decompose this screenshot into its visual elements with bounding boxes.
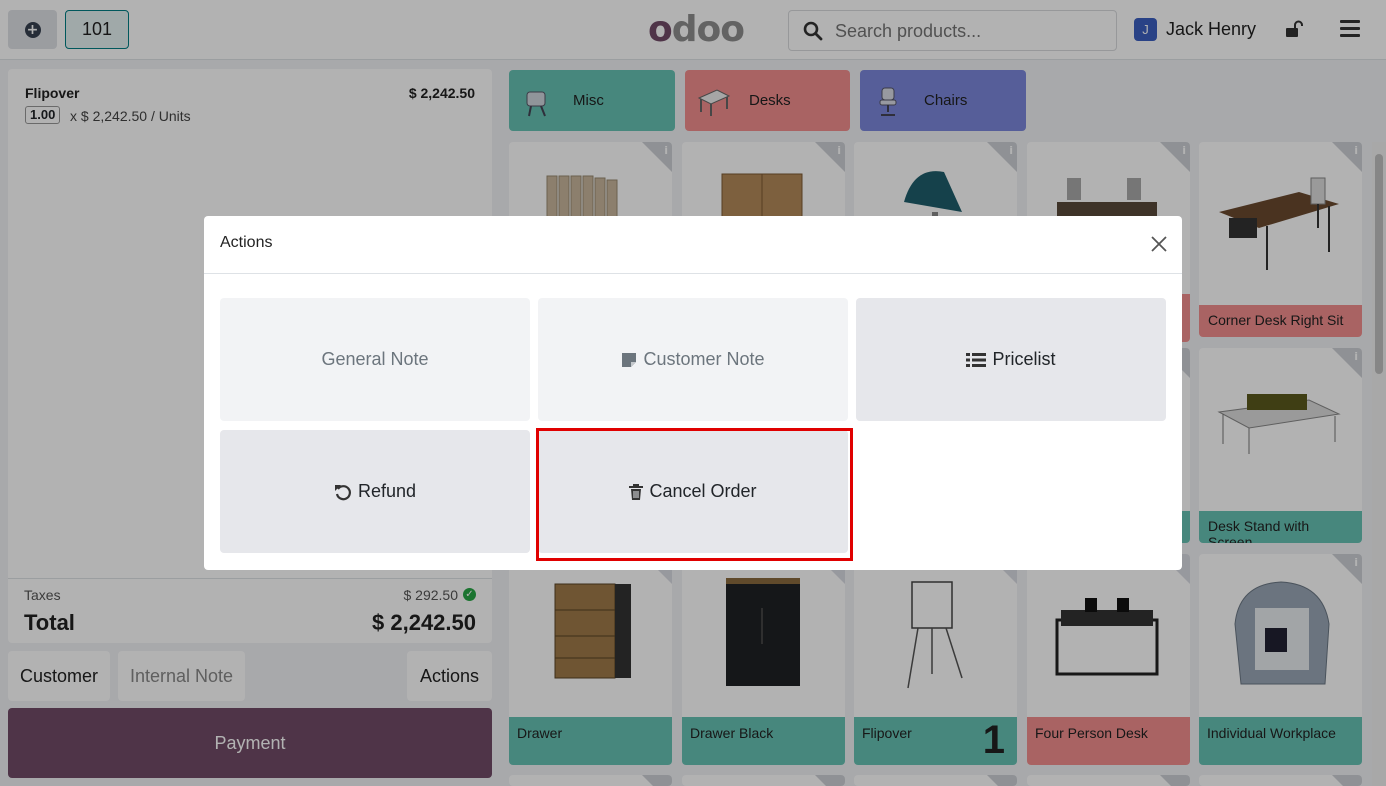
list-icon: [966, 352, 987, 367]
dialog-title: Actions: [220, 234, 273, 251]
general-note-label: General Note: [321, 349, 429, 369]
dialog-header: Actions: [204, 216, 1182, 274]
actions-dialog: Actions General Note Customer Note Price…: [204, 216, 1182, 570]
undo-icon: [334, 484, 351, 500]
customer-note-label: Customer Note: [643, 349, 765, 369]
trash-icon: [629, 483, 644, 500]
general-note-button[interactable]: General Note: [220, 298, 530, 421]
refund-button[interactable]: Refund: [220, 430, 530, 553]
refund-label: Refund: [357, 481, 417, 501]
cancel-order-label: Cancel Order: [649, 481, 757, 501]
pricelist-label: Pricelist: [992, 349, 1056, 369]
close-icon[interactable]: [1149, 234, 1169, 254]
pricelist-button[interactable]: Pricelist: [856, 298, 1166, 421]
cancel-order-button[interactable]: Cancel Order: [538, 430, 848, 553]
customer-note-button[interactable]: Customer Note: [538, 298, 848, 421]
sticky-note-icon: [622, 352, 637, 367]
